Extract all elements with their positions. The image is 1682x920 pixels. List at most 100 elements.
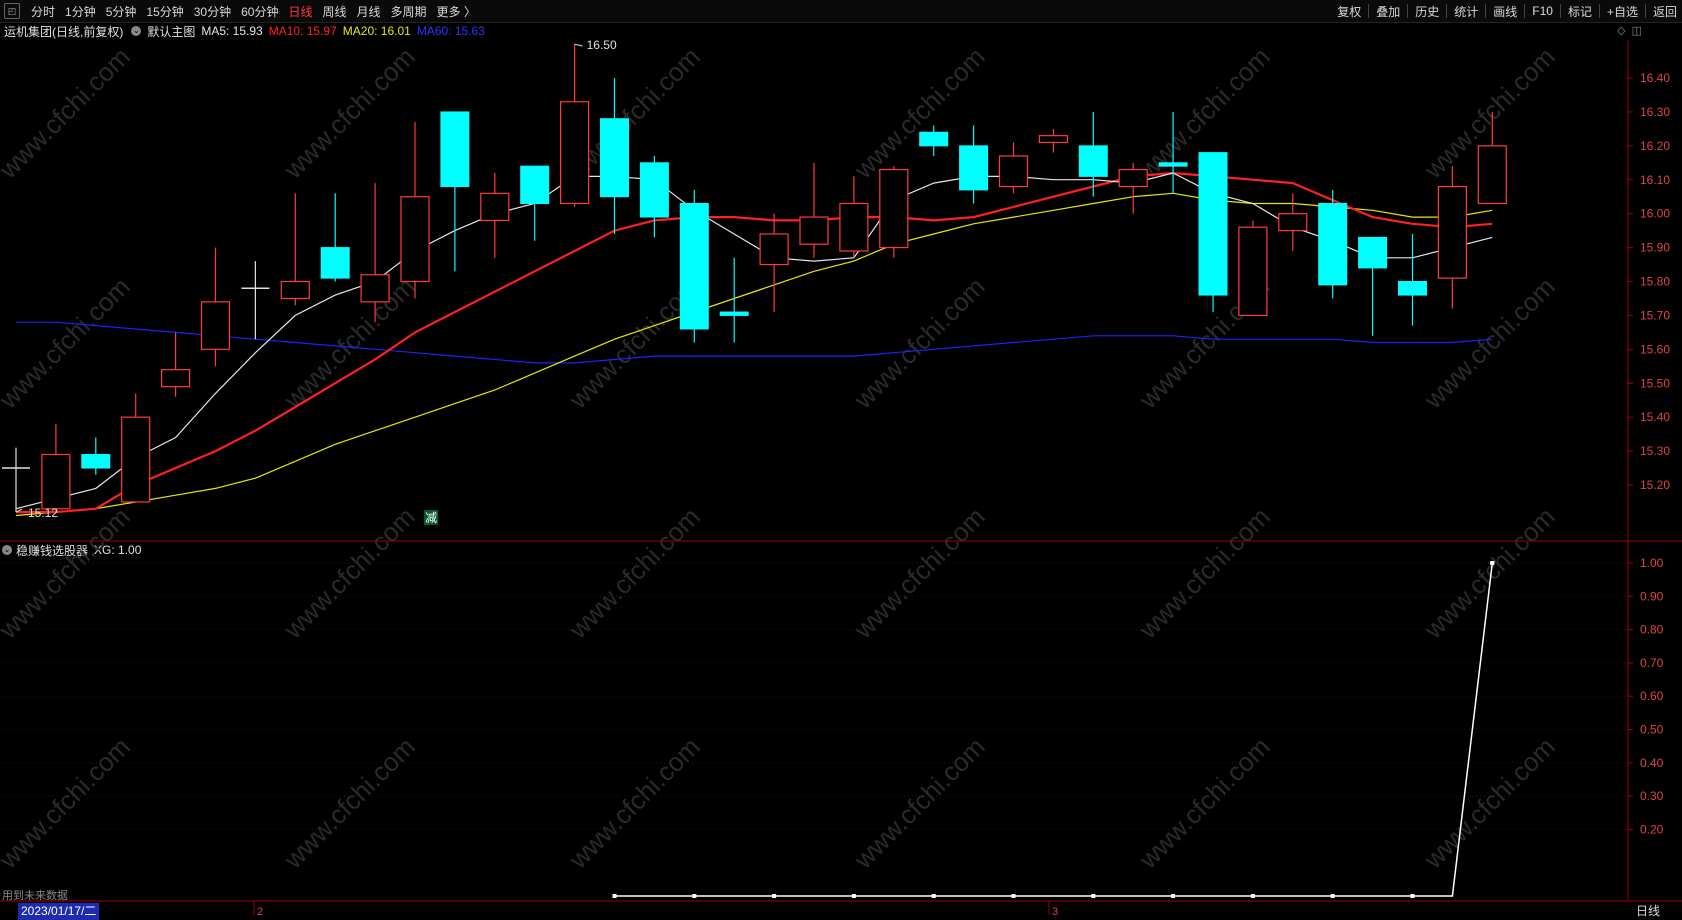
y-tick-label: 15.40: [1640, 410, 1670, 424]
xg-point: [1250, 894, 1255, 898]
toolbar-button[interactable]: 叠加: [1371, 3, 1405, 20]
y-tick-label: 16.30: [1640, 105, 1670, 119]
toolbar-button[interactable]: 统计: [1449, 3, 1483, 20]
template-name[interactable]: 默认主图: [147, 23, 195, 40]
xg-point: [1490, 561, 1495, 565]
candle: [440, 111, 470, 272]
y-tick-label: 16.40: [1640, 71, 1670, 85]
y-tick-label: 0.90: [1640, 589, 1664, 603]
candle: [759, 213, 789, 313]
signal-text: 减: [425, 511, 437, 525]
ma5-line: [15, 172, 1493, 510]
candle-body: [839, 202, 869, 252]
ma60-label: MA60: 15.63: [416, 24, 485, 38]
bottom-period[interactable]: 日线: [1636, 903, 1660, 920]
candle-body: [480, 192, 510, 222]
toolbar-separator: [1524, 4, 1526, 18]
toolbar-button[interactable]: +自选: [1602, 3, 1643, 20]
candle: [81, 437, 111, 475]
period-tab[interactable]: 多周期: [386, 3, 432, 20]
y-tick-label: 0.40: [1640, 756, 1664, 770]
candle-body: [161, 369, 191, 388]
candle: [520, 165, 550, 241]
candle-body: [919, 131, 949, 147]
candle: [41, 423, 71, 513]
indicator-circle-icon[interactable]: ⌄: [2, 545, 12, 555]
toolbar-button[interactable]: F10: [1527, 4, 1558, 18]
candle: [280, 193, 310, 306]
watermark-text: www.cfchi.com: [277, 271, 420, 414]
toolbar-button[interactable]: 返回: [1648, 3, 1682, 20]
period-tab[interactable]: 60分钟: [236, 3, 283, 20]
toolbar-button[interactable]: 复权: [1332, 3, 1366, 20]
period-tab[interactable]: 日线: [283, 3, 317, 20]
toolbar-button[interactable]: 画线: [1488, 3, 1522, 20]
y-tick-label: 0.70: [1640, 656, 1664, 670]
kline-chart[interactable]: www.cfchi.com www.cfchi.com www.cfchi.com w…: [0, 0, 1682, 920]
ma10-line: [16, 171, 1493, 514]
watermark-text: www.cfchi.com: [562, 41, 705, 184]
settings-circle-icon[interactable]: ⌄: [131, 26, 142, 36]
candle-body: [639, 162, 669, 218]
main-y-axis: 16.40 16.30 16.20 16.10 16.00 15.90 15.80 15.70…: [1628, 71, 1670, 492]
toolbar-separator: [1446, 4, 1448, 18]
candle: [879, 166, 909, 258]
main-chart-info: 运机集团(日线,前复权) ⌄ 默认主图 MA5: 15.93 MA10: 15.…: [0, 22, 491, 40]
period-tab[interactable]: 15分钟: [141, 3, 188, 20]
y-tick-label: 0.30: [1640, 789, 1664, 803]
candle-body: [400, 196, 430, 283]
candle: [1038, 128, 1069, 153]
candle-body: [41, 453, 71, 510]
candle: [839, 176, 869, 258]
candle-body: [559, 101, 590, 205]
period-tab[interactable]: 周线: [317, 3, 351, 20]
period-tab[interactable]: 更多 〉: [432, 3, 481, 20]
xg-point: [1091, 894, 1096, 898]
candle: [241, 261, 270, 340]
toolbar-separator: [1368, 4, 1370, 18]
watermark-text: www.cfchi.com: [847, 501, 990, 644]
period-tab[interactable]: 30分钟: [189, 3, 236, 20]
candle: [959, 125, 989, 204]
menu-icon[interactable]: ◰: [4, 3, 20, 19]
period-tab[interactable]: 1分钟: [60, 3, 101, 20]
candle: [919, 125, 949, 157]
watermark-text: www.cfchi.com: [562, 731, 705, 874]
watermark-text: www.cfchi.com: [1417, 271, 1560, 414]
xg-line: [614, 562, 1494, 897]
toolbar-button[interactable]: 标记: [1563, 3, 1597, 20]
candle-body: [1118, 168, 1148, 188]
watermark-text: www.cfchi.com: [847, 271, 990, 414]
period-tab[interactable]: 5分钟: [101, 3, 142, 20]
candle: [1358, 236, 1388, 336]
low-pointer: [15, 508, 23, 513]
candle-body: [719, 311, 749, 316]
toolbar-button[interactable]: 历史: [1410, 3, 1444, 20]
indicator-name[interactable]: 稳赚钱选股器: [16, 542, 88, 559]
toolbar-separator: [1644, 4, 1646, 18]
toolbar-separator: [1407, 4, 1409, 18]
period-tab[interactable]: 月线: [352, 3, 386, 20]
candle: [400, 122, 430, 299]
indicator-line: [612, 561, 1495, 898]
candle: [1437, 166, 1468, 309]
y-tick-label: 16.20: [1640, 139, 1670, 153]
candle-body: [600, 118, 629, 198]
ma20-label: MA20: 16.01: [342, 24, 411, 38]
top-toolbar: ◰ 分时 1分钟 5分钟 15分钟 30分钟 60分钟 日线 周线 月线 多周期 更多 〉 复权 叠加…: [0, 0, 1682, 23]
split-icon[interactable]: ◫: [1632, 24, 1642, 37]
candle: [360, 183, 390, 323]
watermark-text: www.cfchi.com: [847, 41, 990, 184]
candles: [2, 44, 1507, 513]
candle-body: [440, 111, 470, 188]
indicator-value: XG: 1.00: [94, 543, 142, 557]
signal-marker: 减: [424, 510, 439, 525]
candle: [480, 172, 510, 258]
candle: [799, 162, 829, 258]
y-tick-label: 15.80: [1640, 275, 1670, 289]
candle: [161, 332, 191, 397]
diamond-icon[interactable]: ◇: [1617, 24, 1625, 37]
period-tab[interactable]: 分时: [26, 3, 60, 20]
month-label: 3: [1052, 906, 1058, 918]
candle: [1158, 111, 1188, 194]
